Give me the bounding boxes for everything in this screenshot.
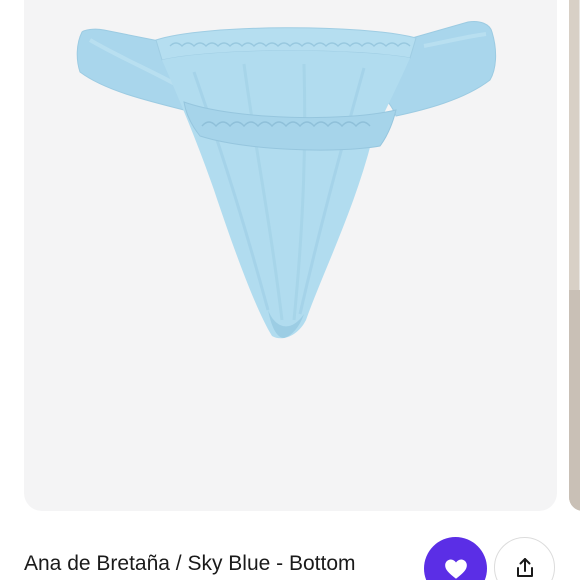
- product-image: [76, 21, 497, 339]
- next-image-card-peek[interactable]: [569, 0, 580, 511]
- share-button[interactable]: [494, 537, 555, 580]
- product-image-card[interactable]: [24, 0, 557, 511]
- heart-icon: [444, 558, 467, 579]
- next-image-shade: [569, 290, 580, 511]
- product-title: Ana de Bretaña / Sky Blue - Bottom: [24, 552, 356, 575]
- share-upload-icon: [516, 557, 533, 577]
- listing-page: Ana de Bretaña / Sky Blue - Bottom: [0, 0, 580, 580]
- like-button[interactable]: [424, 537, 487, 580]
